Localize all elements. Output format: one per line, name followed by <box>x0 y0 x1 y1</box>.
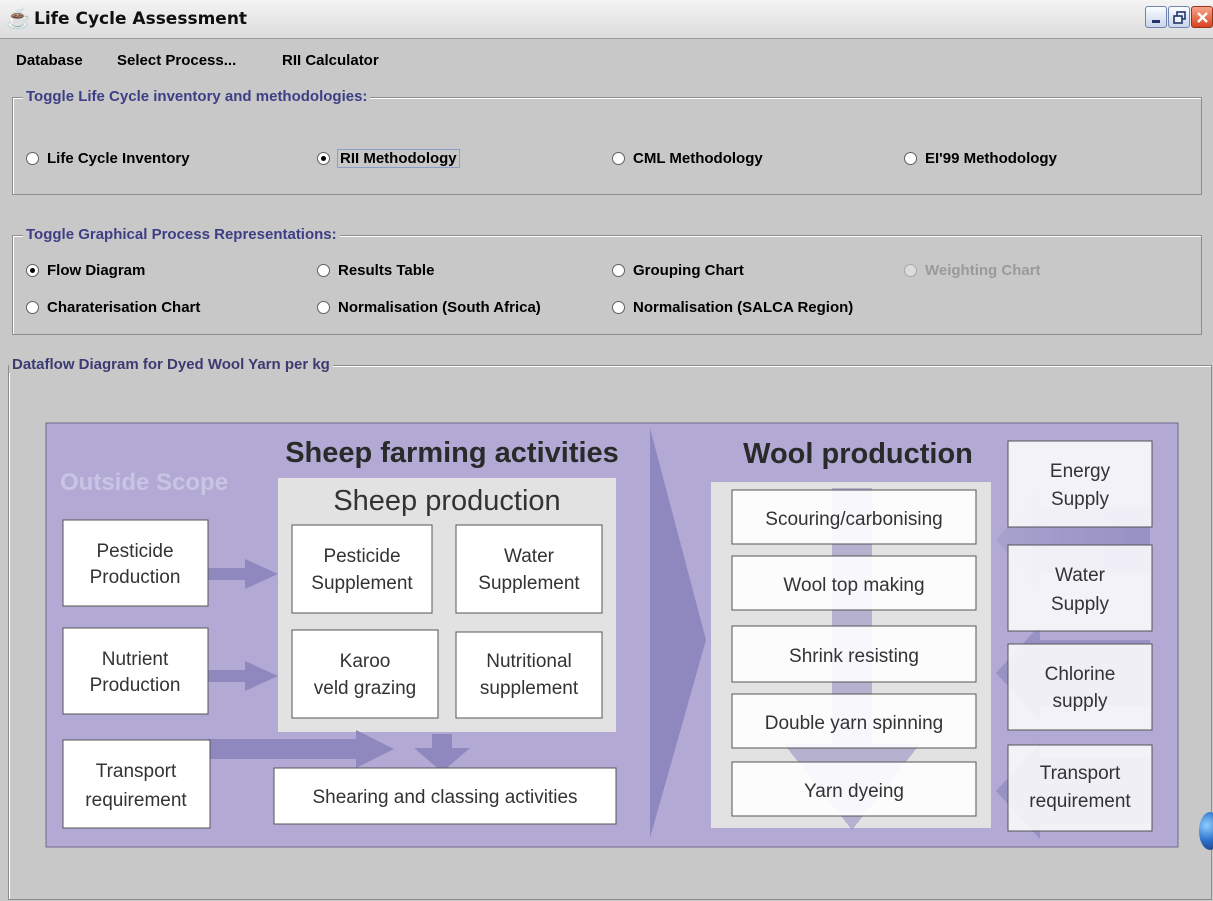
supply-label: supply <box>1053 691 1108 712</box>
box-label: Water <box>504 546 555 567</box>
step-yarn-dyeing: Yarn dyeing <box>731 761 977 817</box>
input-box-pesticide-production: Pesticide Production <box>62 519 209 607</box>
supply-label: Water <box>1055 565 1106 586</box>
box-pesticide-supplement: Pesticide Supplement <box>291 524 433 614</box>
box-label: Nutritional <box>486 651 572 672</box>
sheep-farming-title: Sheep farming activities <box>285 437 619 469</box>
box-label: Pesticide <box>323 546 400 567</box>
supply-water: Water Supply <box>1007 544 1153 632</box>
box-label: veld grazing <box>314 678 416 699</box>
step-scouring-carbonising: Scouring/carbonising <box>731 489 977 545</box>
supply-transport: Transport requirement <box>1007 744 1153 832</box>
input-box-nutrient-production: Nutrient Production <box>62 627 209 715</box>
step-label: Yarn dyeing <box>804 781 904 802</box>
input-label: Transport <box>96 761 177 782</box>
box-label: Supplement <box>311 573 413 594</box>
supply-label: Supply <box>1051 594 1110 615</box>
box-label: supplement <box>480 678 579 699</box>
supply-chlorine: Chlorine supply <box>1007 643 1153 731</box>
wool-production-title: Wool production <box>743 438 973 470</box>
input-label: Pesticide <box>96 541 173 562</box>
step-label: Wool top making <box>783 575 924 596</box>
step-shrink-resisting: Shrink resisting <box>731 625 977 683</box>
input-label: Production <box>90 567 181 588</box>
input-label: Production <box>90 675 181 696</box>
input-label: Nutrient <box>102 649 169 670</box>
supply-label: Chlorine <box>1045 664 1116 685</box>
box-shearing-classing: Shearing and classing activities <box>273 767 617 825</box>
step-label: Double yarn spinning <box>765 713 944 734</box>
input-box-transport-requirement: Transport requirement <box>62 739 211 829</box>
box-label: Shearing and classing activities <box>312 787 577 808</box>
sheep-production-title: Sheep production <box>333 485 560 517</box>
supply-energy: Energy Supply <box>1007 440 1153 528</box>
supply-label: Energy <box>1050 461 1111 482</box>
box-label: Supplement <box>478 573 580 594</box>
box-nutritional-supplement: Nutritional supplement <box>455 631 603 719</box>
supply-label: Supply <box>1051 489 1110 510</box>
outside-scope-label: Outside Scope <box>60 469 228 496</box>
box-water-supplement: Water Supplement <box>455 524 603 614</box>
step-label: Scouring/carbonising <box>765 509 942 530</box>
supply-label: Transport <box>1040 763 1121 784</box>
step-wool-top-making: Wool top making <box>731 555 977 611</box>
supply-label: requirement <box>1029 791 1131 812</box>
step-label: Shrink resisting <box>789 646 919 667</box>
input-label: requirement <box>85 790 187 811</box>
box-karoo-veld-grazing: Karoo veld grazing <box>291 629 439 719</box>
step-double-yarn-spinning: Double yarn spinning <box>731 693 977 749</box>
flow-diagram: Outside Scope Sheep farming activities W… <box>45 422 1179 848</box>
box-label: Karoo <box>340 651 391 672</box>
